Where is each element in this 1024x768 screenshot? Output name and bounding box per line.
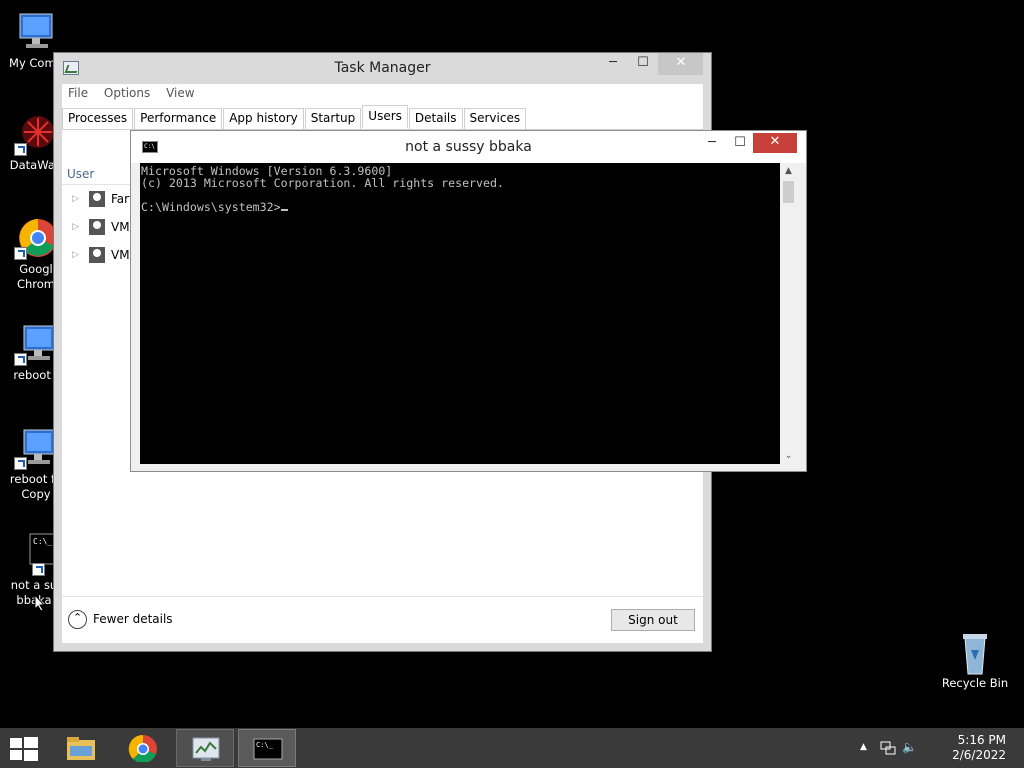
taskbar-clock[interactable]: 5:16 PM 2/6/2022	[952, 733, 1006, 763]
windows-logo-icon	[24, 737, 38, 748]
menu-file[interactable]: File	[62, 84, 94, 102]
tab-performance[interactable]: Performance	[134, 108, 223, 129]
computer-icon	[14, 426, 58, 470]
windows-logo-icon	[10, 750, 22, 760]
scroll-down-icon[interactable]: ⌄	[780, 448, 797, 464]
text-cursor	[280, 201, 288, 211]
task-manager-titlebar[interactable]: Task Manager ─ ☐ ✕	[54, 53, 711, 84]
taskbar-task-manager[interactable]	[176, 729, 234, 767]
chrome-icon	[128, 734, 157, 762]
mouse-pointer-icon	[34, 594, 46, 612]
scroll-up-icon[interactable]: ▲	[780, 163, 797, 179]
start-button[interactable]	[10, 737, 38, 761]
show-hidden-icons-icon[interactable]: ▲	[860, 742, 867, 752]
windows-logo-icon	[10, 738, 22, 748]
console-prompt: C:\Windows\system32>	[141, 200, 281, 214]
shortcut-arrow-icon	[14, 353, 27, 366]
console-prompt-line[interactable]: C:\Windows\system32>	[141, 201, 779, 213]
computer-icon	[14, 10, 58, 54]
computer-icon	[14, 322, 58, 366]
fewer-details-label: Fewer details	[93, 612, 173, 626]
minimize-button[interactable]: ─	[601, 53, 625, 75]
shortcut-arrow-icon	[14, 143, 27, 156]
desktop-icon-recycle-bin[interactable]: Recycle Bin	[937, 630, 1013, 691]
taskbar-cmd[interactable]: C:\_	[238, 729, 296, 767]
file-explorer-icon	[67, 737, 95, 760]
maximize-button[interactable]: ☐	[728, 133, 752, 155]
volume-icon[interactable]: 🔈	[902, 740, 917, 754]
task-manager-icon	[192, 737, 220, 761]
console-output[interactable]: Microsoft Windows [Version 6.3.9600] (c) …	[140, 163, 780, 464]
cmd-icon: C:\_	[253, 738, 283, 760]
tab-processes[interactable]: Processes	[62, 108, 134, 129]
maximize-button[interactable]: ☐	[631, 53, 655, 75]
clock-date: 2/6/2022	[952, 748, 1006, 762]
close-button[interactable]: ✕	[658, 53, 704, 75]
system-tray: ▲ 🔈 5:16 PM 2/6/2022	[854, 728, 1024, 768]
desktop-icon-label: Googl Chrom	[16, 262, 56, 291]
tab-strip: Processes Performance App history Startu…	[62, 105, 703, 130]
close-button[interactable]: ✕	[753, 133, 797, 153]
user-name: VM	[111, 220, 130, 234]
user-icon	[89, 219, 105, 235]
menu-view[interactable]: View	[160, 84, 200, 102]
windows-logo-icon	[24, 750, 38, 761]
tab-details[interactable]: Details	[408, 108, 463, 129]
svg-text:C:\_: C:\_	[256, 741, 274, 749]
recycle-bin-icon	[953, 630, 997, 675]
chevron-up-icon: ⌃	[68, 610, 87, 629]
console-line: (c) 2013 Microsoft Corporation. All righ…	[141, 176, 504, 190]
scrollbar-thumb[interactable]	[783, 181, 794, 203]
minimize-button[interactable]: ─	[700, 133, 724, 155]
fewer-details-button[interactable]: ⌃ Fewer details	[68, 610, 173, 629]
taskbar-file-explorer[interactable]	[52, 729, 110, 767]
tab-startup[interactable]: Startup	[304, 108, 362, 129]
desktop-icon-label: Recycle Bin	[941, 676, 1009, 690]
shortcut-arrow-icon	[32, 563, 45, 576]
chrome-icon	[14, 216, 58, 260]
network-icon[interactable]	[880, 740, 896, 756]
footer-divider	[62, 596, 703, 597]
expand-caret-icon[interactable]: ▷	[72, 222, 79, 232]
column-header-user[interactable]: User	[67, 167, 94, 181]
clock-time: 5:16 PM	[957, 733, 1006, 747]
datawag-icon	[14, 112, 58, 156]
cmd-icon: C:\_	[12, 532, 65, 576]
cmd-titlebar[interactable]: C:\ not a sussy bbaka ─ ☐ ✕	[131, 131, 806, 163]
shortcut-arrow-icon	[14, 457, 27, 470]
user-icon	[89, 247, 105, 263]
shortcut-arrow-icon	[14, 247, 27, 260]
tab-users[interactable]: Users	[362, 105, 408, 128]
expand-caret-icon[interactable]: ▷	[72, 250, 79, 260]
vertical-scrollbar[interactable]: ▲ ⌄	[780, 163, 797, 464]
user-icon	[89, 191, 105, 207]
tab-app-history[interactable]: App history	[223, 108, 304, 129]
expand-caret-icon[interactable]: ▷	[72, 194, 79, 204]
menu-options[interactable]: Options	[98, 84, 156, 102]
user-name: VM	[111, 248, 130, 262]
taskbar: C:\_ ▲ 🔈 5:16 PM 2/6/2022	[0, 728, 1024, 768]
sign-out-button[interactable]: Sign out	[611, 609, 695, 631]
cmd-window[interactable]: C:\ not a sussy bbaka ─ ☐ ✕ Microsoft Wi…	[130, 130, 807, 472]
taskbar-chrome[interactable]	[114, 729, 172, 767]
menu-bar: File Options View	[62, 84, 703, 106]
svg-text:C:\_: C:\_	[33, 537, 52, 546]
tab-services[interactable]: Services	[463, 108, 527, 129]
